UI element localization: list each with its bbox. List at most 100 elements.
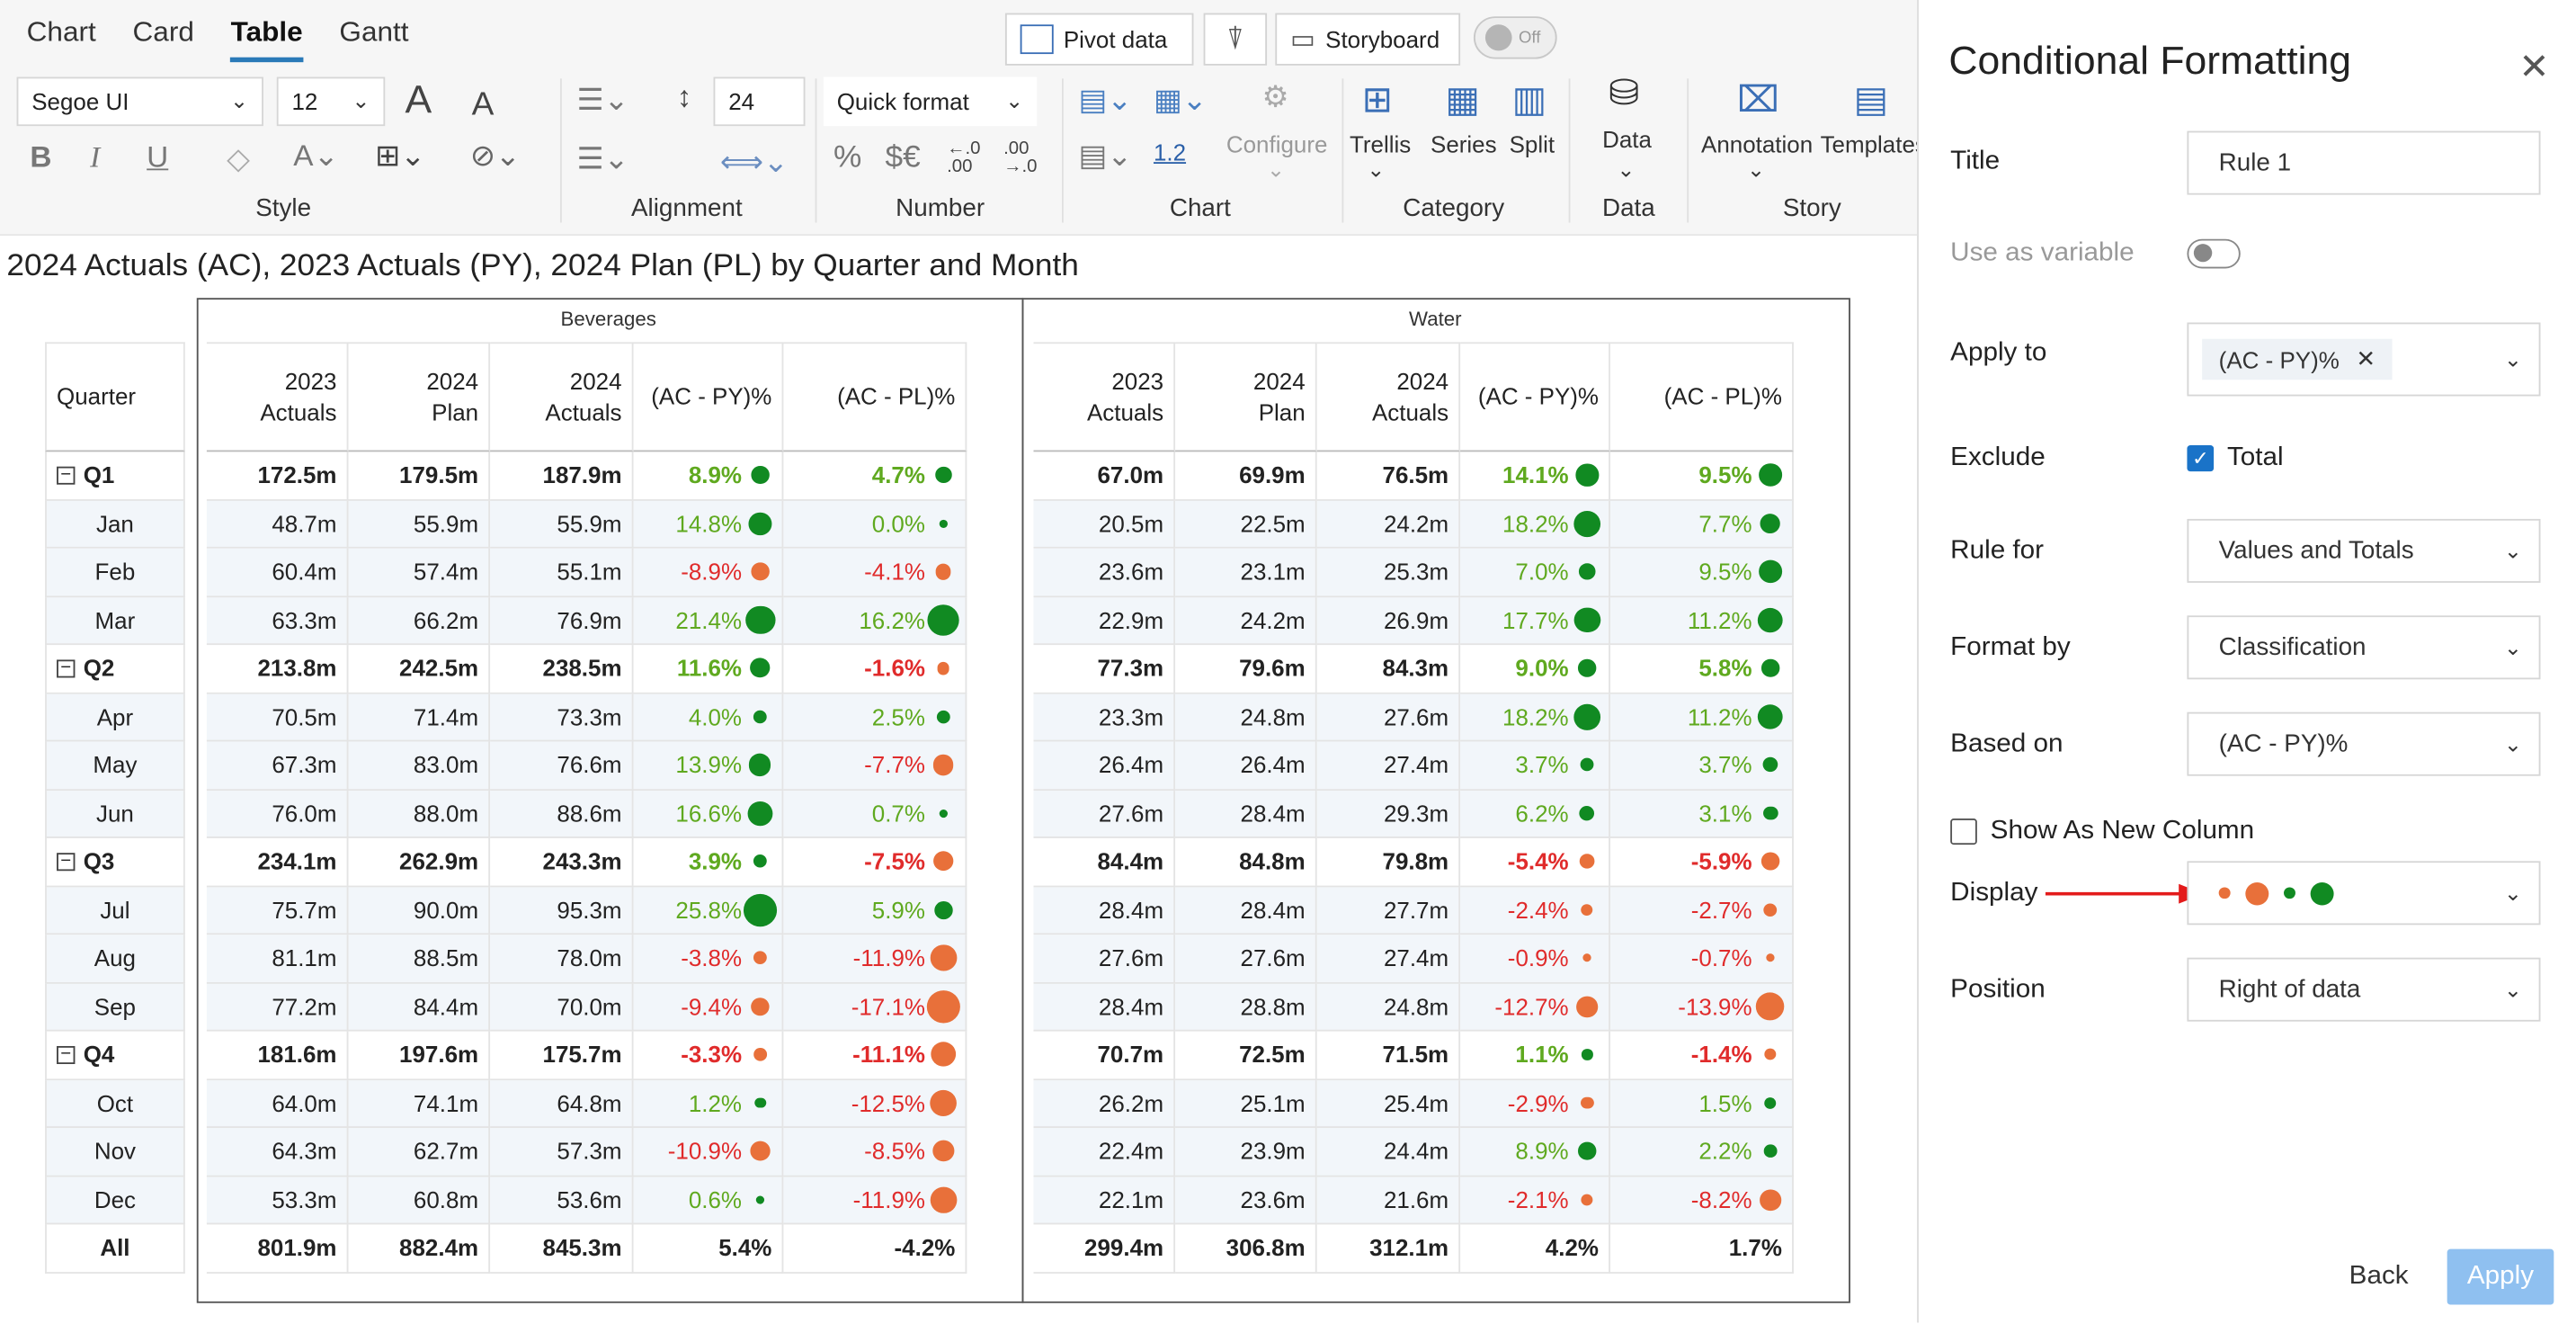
table-cell: 3.7% xyxy=(1460,741,1610,791)
conditional-format-button[interactable]: ⍒ xyxy=(1203,13,1268,66)
collapse-icon[interactable]: − xyxy=(57,465,76,485)
tab-card[interactable]: Card xyxy=(133,16,194,62)
chevron-down-icon: ⌄ xyxy=(1367,157,1386,183)
based-on-select[interactable]: (AC - PY)% ⌄ xyxy=(2187,711,2541,776)
tab-table[interactable]: Table xyxy=(230,16,303,63)
column-width-icon[interactable]: ⟺⌄ xyxy=(720,148,789,177)
table-cell: -7.7% xyxy=(783,741,967,791)
display-select[interactable]: ⌄ xyxy=(2187,861,2541,926)
table-cell: 187.9m xyxy=(490,452,634,501)
increase-decimal-icon[interactable]: ←.0 .00 xyxy=(947,140,980,177)
font-family-select[interactable]: Segoe UI ⌄ xyxy=(16,76,263,127)
storyboard-icon: ▭ xyxy=(1289,26,1316,55)
use-as-variable-toggle[interactable] xyxy=(2187,238,2241,269)
chart-title: 2024 Actuals (AC), 2023 Actuals (PY), 20… xyxy=(6,248,1079,283)
hide-icon[interactable]: ⊘⌄ xyxy=(470,141,521,171)
row-label[interactable]: − Q1 xyxy=(45,452,185,501)
percent-icon[interactable]: % xyxy=(833,142,861,174)
remove-icon[interactable]: ✕ xyxy=(2356,345,2375,373)
positive-dot-icon xyxy=(1763,1144,1778,1158)
collapse-icon[interactable]: − xyxy=(57,1045,76,1064)
show-new-column-checkbox[interactable] xyxy=(1950,819,1977,845)
table-cell: 27.4m xyxy=(1316,741,1461,791)
row-label[interactable]: − Q4 xyxy=(45,1031,185,1080)
negative-dot-icon xyxy=(930,1089,958,1117)
series-button[interactable]: Series xyxy=(1427,131,1501,157)
italic-icon[interactable]: I xyxy=(90,142,100,172)
panel-title: Conditional Formatting xyxy=(1948,39,2351,84)
table-cell: 53.6m xyxy=(490,1176,634,1225)
font-family-value: Segoe UI xyxy=(31,88,129,115)
annotation-button[interactable]: Annotation xyxy=(1697,131,1816,157)
table-cell: 181.6m xyxy=(206,1031,349,1080)
templates-button[interactable]: Templates xyxy=(1821,131,1918,157)
chart-layout-icon[interactable]: ▦⌄ xyxy=(1154,85,1208,115)
borders-icon[interactable]: ⊞⌄ xyxy=(375,141,425,171)
title-input[interactable]: Rule 1 xyxy=(2187,130,2541,195)
table-cell: 70.7m xyxy=(1033,1031,1176,1080)
table-cell: 76.9m xyxy=(490,596,634,646)
row-label: Feb xyxy=(45,548,185,597)
positive-dot-icon xyxy=(1763,806,1778,820)
apply-to-select[interactable]: (AC - PY)% ✕ ⌄ xyxy=(2187,322,2541,397)
trellis-button[interactable]: Trellis xyxy=(1343,131,1417,157)
align-vertical-icon[interactable]: ☰⌄ xyxy=(576,144,628,174)
group-label-style: Style xyxy=(255,194,312,223)
configure-button[interactable]: Configure xyxy=(1224,131,1331,157)
column-header: (AC - PY)% xyxy=(633,342,784,452)
position-select[interactable]: Right of data ⌄ xyxy=(2187,957,2541,1022)
row-height-input[interactable]: 24 xyxy=(713,76,806,127)
currency-icon[interactable]: $€ xyxy=(885,142,920,174)
display-label: Display xyxy=(1950,879,2038,908)
positive-dot-icon xyxy=(939,519,948,528)
group-label-number: Number xyxy=(896,194,985,223)
split-button[interactable]: Split xyxy=(1497,131,1567,157)
rule-for-select[interactable]: Values and Totals ⌄ xyxy=(2187,518,2541,583)
column-header: 2023 Actuals xyxy=(1033,342,1176,452)
collapse-icon[interactable]: − xyxy=(57,658,76,678)
font-size-select[interactable]: 12 ⌄ xyxy=(276,76,386,127)
column-header-quarter: Quarter xyxy=(45,342,185,452)
rule-for-label: Rule for xyxy=(1950,536,2045,565)
storyboard-button[interactable]: ▭ Storyboard xyxy=(1275,13,1461,66)
toggle-label: Off xyxy=(1518,28,1541,47)
pivot-data-button[interactable]: Pivot data xyxy=(1004,13,1194,66)
column-header: 2024 Actuals xyxy=(490,342,634,452)
table-cell: -1.6% xyxy=(783,645,967,693)
chevron-down-icon: ⌄ xyxy=(352,88,370,113)
exclude-total-checkbox[interactable]: ✓ xyxy=(2187,445,2215,472)
bar-layout-icon[interactable]: ▤⌄ xyxy=(1079,85,1133,115)
apply-button[interactable]: Apply xyxy=(2447,1248,2554,1305)
tab-chart[interactable]: Chart xyxy=(27,16,96,62)
row-height-icon: ↕ xyxy=(676,80,692,113)
decrease-decimal-icon[interactable]: .00 →.0 xyxy=(1003,140,1037,177)
chevron-down-icon: ⌄ xyxy=(1267,157,1286,183)
storyboard-toggle[interactable]: Off xyxy=(1473,16,1557,59)
number-format-icon[interactable]: 1.2 xyxy=(1154,141,1186,164)
table-cell: 64.0m xyxy=(206,1079,349,1128)
back-button[interactable]: Back xyxy=(2330,1252,2428,1302)
row-label[interactable]: − Q3 xyxy=(45,837,185,887)
grow-font-icon[interactable]: A xyxy=(406,81,432,121)
font-color-icon[interactable]: A⌄ xyxy=(293,141,338,171)
underline-icon[interactable]: U xyxy=(147,142,168,172)
close-icon[interactable]: ✕ xyxy=(2518,46,2549,88)
table-layout-icon[interactable]: ▤⌄ xyxy=(1079,141,1133,171)
row-label-text: Q4 xyxy=(83,1041,115,1069)
table-cell: 0.0% xyxy=(783,500,967,549)
collapse-icon[interactable]: − xyxy=(57,852,76,871)
fill-color-icon[interactable]: ◇ xyxy=(227,144,250,174)
table-cell: 18.2% xyxy=(1460,500,1610,549)
row-label[interactable]: − Q2 xyxy=(45,645,185,693)
bold-icon[interactable]: B xyxy=(30,142,51,172)
align-left-icon[interactable]: ☰⌄ xyxy=(576,85,628,115)
table-cell: 14.8% xyxy=(633,500,784,549)
table-cell: -17.1% xyxy=(783,982,967,1032)
column-header: (AC - PL)% xyxy=(783,342,967,452)
quick-format-select[interactable]: Quick format ⌄ xyxy=(823,76,1038,127)
negative-dot-icon xyxy=(935,564,952,580)
data-button[interactable]: Data xyxy=(1591,126,1664,152)
format-by-select[interactable]: Classification ⌄ xyxy=(2187,615,2541,680)
tab-gantt[interactable]: Gantt xyxy=(339,16,408,62)
shrink-font-icon[interactable]: A xyxy=(472,88,495,121)
